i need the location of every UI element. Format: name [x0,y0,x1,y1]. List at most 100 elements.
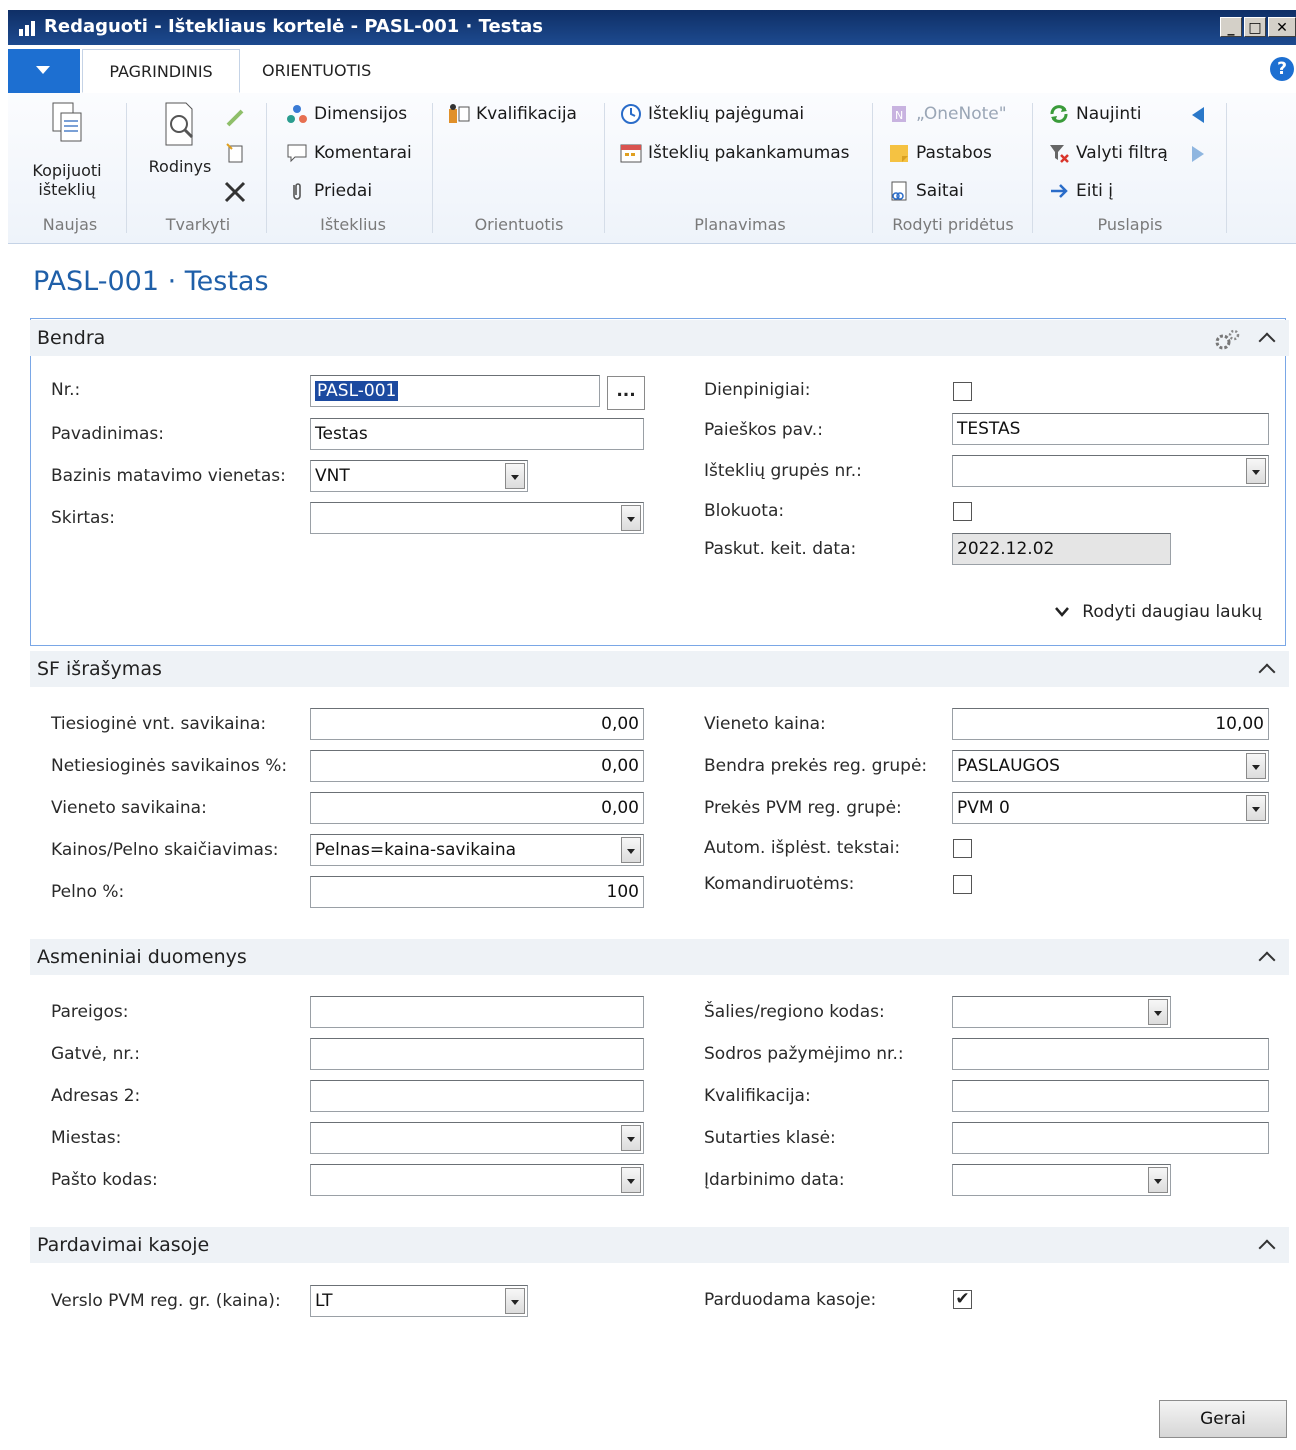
dropdown-arrow-icon[interactable] [621,505,641,531]
show-more-fields-link[interactable]: Rodyti daugiau laukų [1054,602,1262,622]
help-icon[interactable]: ? [1270,57,1294,81]
invoicing-section-title: SF išrašymas [37,658,162,680]
collapse-chevron-icon[interactable] [1258,1239,1276,1257]
edit-pencil-icon[interactable] [224,107,246,129]
name-field[interactable]: Testas [310,418,644,450]
gears-icon[interactable] [1213,328,1243,350]
unit-price-field[interactable]: 10,00 [952,708,1269,740]
dropdown-arrow-icon[interactable] [505,463,525,489]
social-security-field[interactable] [952,1038,1269,1070]
dimensions-icon [286,103,308,125]
window-titlebar: Redaguoti - Ištekliaus kortelė - PASL-00… [8,10,1296,45]
indirect-cost-field[interactable]: 0,00 [310,750,644,782]
delete-icon[interactable] [222,179,248,205]
view-button[interactable]: Rodinys [140,101,220,176]
travel-label: Komandiruotėms: [704,874,855,894]
comments-button[interactable]: Komentarai [286,142,412,164]
group-label-page: Puslapis [1097,215,1163,234]
dropdown-arrow-icon[interactable] [1246,795,1266,821]
personal-section-header[interactable]: Asmeniniai duomenys [30,939,1289,975]
onenote-button[interactable]: N „OneNote" [888,103,1007,125]
general-section-header[interactable]: Bendra [30,320,1289,356]
dropdown-arrow-icon[interactable] [1246,458,1266,484]
tab-navigate[interactable]: ORIENTUOTIS [248,49,385,93]
dropdown-arrow-icon[interactable] [621,1167,641,1193]
notes-button[interactable]: Pastabos [888,142,992,164]
street-field[interactable] [310,1038,644,1070]
travel-checkbox[interactable] [953,875,972,894]
maximize-button[interactable]: □ [1244,17,1266,37]
resource-capacity-button[interactable]: Išteklių pajėgumai [620,103,804,125]
clear-filter-button[interactable]: Valyti filtrą [1048,142,1168,164]
no-assist-button[interactable]: ... [607,376,645,410]
job-title-field[interactable] [310,996,644,1028]
country-select[interactable] [952,996,1171,1028]
uom-select[interactable]: VNT [310,460,528,492]
education-field[interactable] [952,1080,1269,1112]
qualification-button[interactable]: Kvalifikacija [448,103,577,125]
address2-label: Adresas 2: [51,1086,141,1106]
vat-bus-group-select[interactable]: LT [310,1285,528,1317]
onenote-label: „OneNote" [916,104,1007,124]
new-document-icon[interactable] [224,141,246,163]
gen-prod-group-select[interactable]: PASLAUGOS [952,750,1269,782]
price-calc-select[interactable]: Pelnas=kaina-savikaina [310,834,644,866]
ok-button[interactable]: Gerai [1159,1400,1287,1438]
chevron-down-icon [1055,607,1070,617]
dropdown-arrow-icon[interactable] [1148,999,1168,1025]
dropdown-arrow-icon[interactable] [621,837,641,863]
profit-field[interactable]: 100 [310,876,644,908]
svg-text:N: N [895,109,903,122]
comments-label: Komentarai [314,143,412,163]
app-menu-button[interactable] [8,49,80,93]
address2-field[interactable] [310,1080,644,1112]
attachments-button[interactable]: Priedai [286,180,372,202]
previous-record-icon[interactable] [1190,105,1206,125]
collapse-chevron-icon[interactable] [1258,663,1276,681]
resource-availability-button[interactable]: Išteklių pakankamumas [620,142,850,164]
pos-section-header[interactable]: Pardavimai kasoje [30,1227,1289,1263]
privacy-checkbox[interactable] [953,382,972,401]
direct-cost-field[interactable]: 0,00 [310,708,644,740]
employment-date-select[interactable] [952,1164,1171,1196]
calendar-icon [620,142,642,164]
pos-section-title: Pardavimai kasoje [37,1234,210,1256]
blocked-checkbox[interactable] [953,502,972,521]
unit-cost-field[interactable]: 0,00 [310,792,644,824]
dropdown-arrow-icon[interactable] [1246,753,1266,779]
next-record-icon[interactable] [1190,144,1206,164]
onenote-icon: N [888,103,910,125]
copy-resource-button[interactable]: Kopijuoti išteklių [22,101,112,199]
dimensions-button[interactable]: Dimensijos [286,103,407,125]
links-button[interactable]: Saitai [888,180,964,202]
auto-ext-texts-checkbox[interactable] [953,839,972,858]
contract-class-field[interactable] [952,1122,1269,1154]
invoicing-section-header[interactable]: SF išrašymas [30,651,1289,687]
sold-in-pos-checkbox[interactable]: ✔ [953,1290,972,1309]
goto-button[interactable]: Eiti į [1048,180,1113,202]
close-button[interactable]: ✕ [1268,17,1296,37]
collapse-chevron-icon[interactable] [1258,332,1276,350]
tab-home[interactable]: PAGRINDINIS [82,49,240,93]
resource-group-select[interactable] [952,455,1269,487]
assigned-select[interactable] [310,502,644,534]
no-field[interactable]: PASL-001 [310,375,600,407]
vat-prod-group-select[interactable]: PVM 0 [952,792,1269,824]
vat-bus-group-value: LT [315,1291,333,1311]
capacity-label: Išteklių pajėgumai [648,104,805,124]
dropdown-arrow-icon[interactable] [505,1288,525,1314]
city-select[interactable] [310,1122,644,1154]
dropdown-arrow-icon[interactable] [1148,1167,1168,1193]
notes-label: Pastabos [916,143,992,163]
post-code-select[interactable] [310,1164,644,1196]
dropdown-arrow-icon[interactable] [621,1125,641,1151]
group-label-resource: Išteklius [320,215,386,234]
group-label-new: Naujas [42,215,98,234]
link-icon [888,180,910,202]
collapse-chevron-icon[interactable] [1258,951,1276,969]
unit-cost-label: Vieneto savikaina: [51,798,207,818]
refresh-button[interactable]: Naujinti [1048,103,1142,125]
minimize-button[interactable]: _ [1220,17,1242,37]
copy-resource-label-2: išteklių [38,180,96,199]
search-name-field[interactable]: TESTAS [952,413,1269,445]
